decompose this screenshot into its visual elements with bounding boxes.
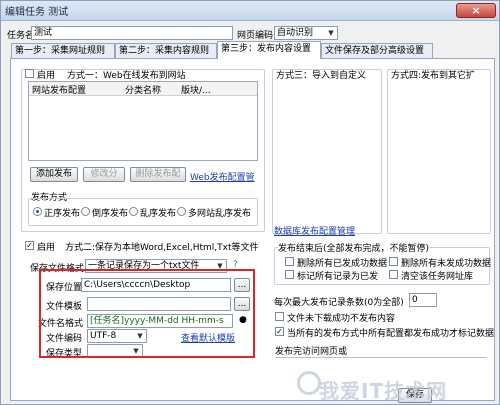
tab-step2[interactable]: 第二步：采集内容规则 bbox=[115, 43, 217, 58]
option-label: 删除所有已发成功数据 bbox=[297, 259, 388, 269]
browse-template-button[interactable]: ... bbox=[234, 297, 250, 311]
web-publish-config-link[interactable]: Web发布配置管 bbox=[190, 170, 255, 183]
method1-enable-label: 启用 bbox=[37, 71, 56, 81]
publish-config-list[interactable]: 网站发布配置 分类名称 版块/... bbox=[28, 81, 258, 161]
modify-button[interactable]: 修改分 bbox=[83, 167, 125, 182]
radio-forward[interactable] bbox=[33, 207, 42, 216]
encoding-value: 自动识别 bbox=[277, 28, 314, 38]
mark-success-checkbox[interactable]: ✓ bbox=[275, 327, 284, 336]
column-header: 网站发布配置 bbox=[32, 86, 87, 96]
db-publish-config-link[interactable]: 数据库发布配置管理 bbox=[274, 224, 355, 237]
save-type-select[interactable]: ▼ bbox=[87, 344, 143, 358]
chevron-down-icon: ▼ bbox=[217, 262, 223, 270]
method4-title: 方式四:发布到其它扩 bbox=[391, 71, 476, 81]
tab-step3[interactable]: 第三步：发布内容设置 bbox=[217, 41, 321, 59]
view-default-template-link[interactable]: 查看默认模版 bbox=[181, 331, 235, 344]
file-encoding-label: 文件编码 bbox=[46, 334, 83, 344]
edit-task-window: 编辑任务 测试 × 任务名: 测试 网页编码 自动识别 ▼ 第一步：采集网址规则… bbox=[0, 0, 500, 405]
save-format-value: 一条记录保存为一个txt文件 bbox=[88, 261, 200, 271]
file-encoding-value: UTF-8 bbox=[90, 331, 117, 341]
method1-title: 方式一：Web在线发布到网站 bbox=[67, 71, 186, 81]
delete-failed-checkbox[interactable] bbox=[389, 257, 398, 266]
filename-format-input[interactable]: [任务名]yyyy-MM-dd HH-mm-s bbox=[87, 314, 233, 328]
radio-label: 乱序发布 bbox=[140, 209, 177, 219]
method2-enable-checkbox[interactable]: ✓ bbox=[25, 241, 34, 250]
divider bbox=[275, 357, 487, 358]
radio-label: 倒序发布 bbox=[92, 209, 129, 219]
visit-url-label: 发布完访问网页或 bbox=[275, 347, 348, 357]
max-records-label: 每次最大发布记录条数(0为全部) bbox=[274, 298, 404, 308]
save-format-select[interactable]: 一条记录保存为一个txt文件 ▼ bbox=[85, 259, 227, 273]
save-format-label: 保存文件格式 bbox=[30, 264, 85, 274]
encoding-label: 网页编码 bbox=[237, 31, 274, 41]
window-title: 编辑任务 测试 bbox=[5, 7, 69, 18]
chevron-down-icon: ▼ bbox=[328, 29, 334, 37]
tab-step4[interactable]: 文件保存及部分高级设置 bbox=[321, 43, 433, 58]
close-button[interactable]: × bbox=[456, 3, 496, 18]
radio-label: 多网站乱序发布 bbox=[188, 209, 252, 219]
method1-enable-checkbox[interactable] bbox=[25, 69, 34, 78]
delete-success-checkbox[interactable] bbox=[285, 257, 294, 266]
mark-success-label: 当所有的发布方式中所有配置都发布成功才标记数据 bbox=[287, 329, 495, 339]
delete-publish-button[interactable]: 删除发布配 bbox=[130, 167, 186, 182]
method4-group bbox=[387, 69, 491, 234]
title-bar[interactable]: 编辑任务 测试 × bbox=[1, 1, 499, 21]
method2-enable-label: 启用 bbox=[37, 243, 56, 253]
option-label: 清空该任务网址库 bbox=[401, 272, 474, 282]
radio-reverse[interactable] bbox=[81, 207, 90, 216]
template-label: 文件模板 bbox=[46, 302, 83, 312]
radio-multi-random[interactable] bbox=[177, 207, 186, 216]
radio-label: 正序发布 bbox=[44, 209, 81, 219]
watermark-text: 我爱IT技术网 bbox=[319, 379, 448, 403]
column-header: 分类名称 bbox=[125, 86, 162, 96]
save-location-input[interactable]: C:\Users\ccccn\Desktop bbox=[81, 278, 231, 292]
column-header: 版块/... bbox=[181, 86, 211, 96]
skip-failed-label: 文件未下载成功不发布内容 bbox=[287, 314, 396, 324]
save-type-label: 保存类型 bbox=[46, 349, 83, 359]
method3-group bbox=[272, 69, 382, 234]
clear-url-db-checkbox[interactable] bbox=[389, 270, 398, 279]
method2-title: 方式二:保存为本地Word,Excel,Html,Txt等文件 bbox=[65, 243, 259, 253]
mark-published-checkbox[interactable] bbox=[285, 270, 294, 279]
chevron-down-icon: ▼ bbox=[137, 332, 143, 340]
option-label: 标记所有记录为已发 bbox=[297, 272, 379, 282]
file-encoding-select[interactable]: UTF-8 ▼ bbox=[87, 329, 147, 343]
skip-failed-checkbox[interactable] bbox=[275, 312, 284, 321]
encoding-select[interactable]: 自动识别 ▼ bbox=[274, 26, 338, 40]
after-publish-title: 发布结束后(全部发布完成，不能暂停) bbox=[278, 241, 430, 254]
watermark-logo-icon bbox=[297, 371, 321, 395]
task-name-input[interactable]: 测试 bbox=[31, 26, 233, 40]
save-location-label: 保存位置 bbox=[46, 283, 83, 293]
browse-location-button[interactable]: ... bbox=[234, 278, 250, 292]
filename-format-label: 文件名格式 bbox=[38, 319, 84, 329]
add-publish-button[interactable]: 添加发布 bbox=[30, 167, 78, 182]
option-label: 删除所有未发成功数据 bbox=[401, 259, 492, 269]
help-icon[interactable]: ? bbox=[233, 260, 238, 270]
tab-step1[interactable]: 第一步：采集网址规则 bbox=[11, 43, 115, 58]
max-records-input[interactable]: 0 bbox=[409, 293, 437, 307]
info-icon[interactable]: ● bbox=[239, 315, 247, 325]
method3-title: 方式三：导入到自定义 bbox=[276, 71, 367, 81]
chevron-down-icon: ▼ bbox=[133, 347, 139, 355]
list-header: 网站发布配置 分类名称 版块/... bbox=[29, 82, 257, 96]
template-input[interactable] bbox=[87, 297, 231, 311]
radio-random[interactable] bbox=[129, 207, 138, 216]
